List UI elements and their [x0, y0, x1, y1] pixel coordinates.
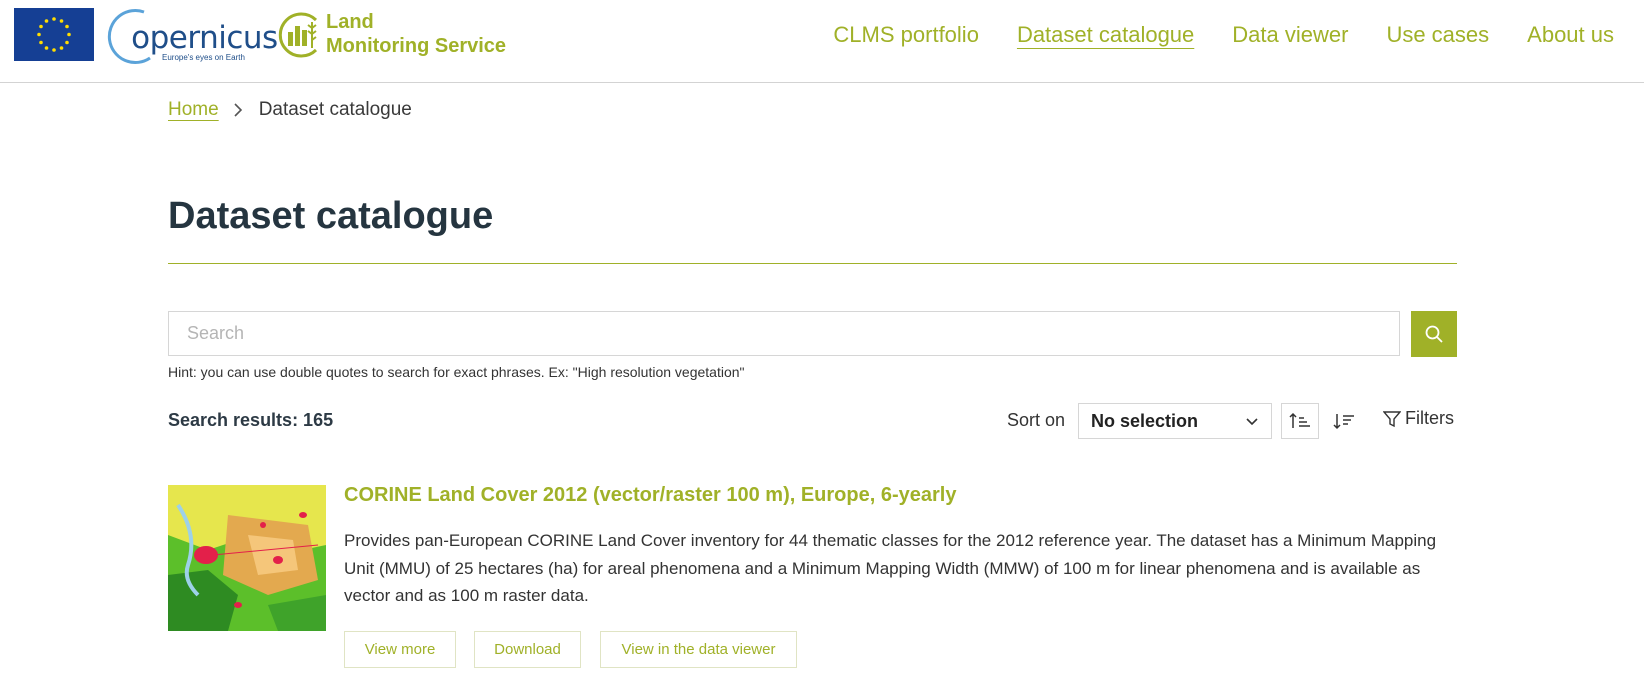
copernicus-wordmark: Copernicus	[131, 20, 278, 56]
search-icon	[1425, 325, 1443, 343]
breadcrumb-home[interactable]: Home	[168, 99, 219, 121]
copernicus-logo[interactable]: Copernicus Europe's eyes on Earth	[100, 6, 278, 64]
sort-ascending-button[interactable]	[1281, 403, 1319, 439]
copernicus-tagline: Europe's eyes on Earth	[162, 53, 245, 62]
results-count: Search results: 165	[168, 410, 334, 430]
eu-stars-icon	[37, 17, 71, 52]
search-button[interactable]	[1411, 311, 1457, 357]
sort-select-value: No selection	[1091, 410, 1199, 431]
sort-descending-button[interactable]	[1325, 403, 1363, 439]
lms-wordmark: Land Monitoring Service	[326, 10, 506, 58]
lms-line-1: Land	[326, 11, 374, 33]
search-hint: Hint: you can use double quotes to searc…	[168, 364, 745, 380]
nav-clms-portfolio[interactable]: CLMS portfolio	[833, 20, 979, 50]
nav-dataset-catalogue[interactable]: Dataset catalogue	[1017, 20, 1194, 50]
land-cover-map-image	[168, 485, 326, 631]
page-title: Dataset catalogue	[168, 195, 494, 237]
filters-label: Filters	[1405, 408, 1454, 428]
sort-label: Sort on	[1007, 410, 1066, 430]
sort-select[interactable]: No selection	[1078, 403, 1272, 439]
result-title-link[interactable]: CORINE Land Cover 2012 (vector/raster 10…	[344, 484, 956, 507]
filter-icon	[1383, 410, 1401, 427]
download-button[interactable]: Download	[474, 631, 581, 668]
sort-ascending-icon	[1289, 412, 1310, 428]
site-header: Copernicus Europe's eyes on Earth Land M…	[0, 0, 1644, 83]
filters-button[interactable]: Filters	[1383, 408, 1454, 429]
chevron-down-icon	[1246, 418, 1258, 426]
sort-descending-icon	[1333, 414, 1354, 430]
breadcrumb-current: Dataset catalogue	[258, 99, 412, 120]
land-monitoring-service-logo[interactable]: Land Monitoring Service	[276, 8, 526, 64]
view-in-data-viewer-button[interactable]: View in the data viewer	[600, 631, 797, 668]
main-nav: CLMS portfolio Dataset catalogue Data vi…	[833, 20, 1614, 50]
title-divider	[168, 263, 1457, 264]
lms-line-2: Monitoring Service	[326, 35, 507, 57]
lms-emblem-icon	[278, 12, 318, 58]
view-more-button[interactable]: View more	[344, 631, 456, 668]
result-description: Provides pan-European CORINE Land Cover …	[344, 531, 1437, 605]
nav-about-us[interactable]: About us	[1527, 20, 1614, 50]
chevron-right-icon	[233, 102, 243, 118]
result-thumbnail[interactable]	[168, 485, 326, 631]
search-input[interactable]	[168, 311, 1400, 356]
breadcrumb: Home Dataset catalogue	[168, 99, 412, 121]
eu-flag-logo[interactable]	[14, 8, 94, 61]
nav-use-cases[interactable]: Use cases	[1386, 20, 1489, 50]
nav-data-viewer[interactable]: Data viewer	[1232, 20, 1348, 50]
